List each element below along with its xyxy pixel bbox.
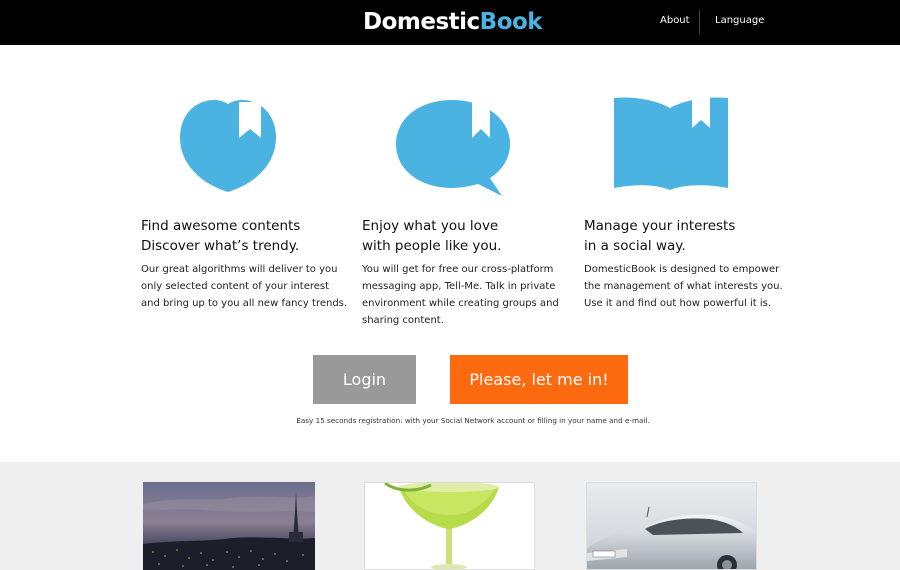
feature-title: Enjoy what you love with people like you. <box>362 218 502 254</box>
feature-title: Manage your interests in a social way. <box>584 218 736 254</box>
city-skyline-photo[interactable] <box>143 482 315 570</box>
nav-language-link[interactable]: Language <box>715 15 764 26</box>
domesticbook-logo[interactable]: DomesticBook <box>363 8 543 36</box>
feature-description: Our great algorithms will deliver to you… <box>141 264 348 309</box>
signup-button[interactable]: Please, let me in! <box>450 355 628 404</box>
feature-description: DomesticBook is designed to empower the … <box>584 264 783 309</box>
nav-divider <box>699 10 700 34</box>
feature-discover: Find awesome contents Discover what’s tre… <box>141 216 351 312</box>
nav-about-link[interactable]: About <box>660 15 690 26</box>
feature-title: Find awesome contents Discover what’s tre… <box>141 218 301 254</box>
registration-note: Easy 15 seconds registration: with your … <box>296 416 650 425</box>
logo-text-book: Book <box>479 9 543 35</box>
cocktail-glass-photo[interactable] <box>364 482 535 570</box>
feature-manage: Manage your interests in a social way. Do… <box>584 216 796 312</box>
login-button[interactable]: Login <box>313 355 416 404</box>
silver-car-photo[interactable] <box>586 482 757 570</box>
open-book-bookmark-icon <box>614 96 728 190</box>
heart-bookmark-icon <box>180 100 276 192</box>
feature-description: You will get for free our cross-platform… <box>362 264 559 326</box>
speech-bubble-bookmark-icon <box>396 100 510 196</box>
feature-share: Enjoy what you love with people like you.… <box>362 216 572 329</box>
logo-text-domestic: Domestic <box>363 9 480 35</box>
top-navigation-bar: DomesticBook About Language <box>0 0 900 45</box>
